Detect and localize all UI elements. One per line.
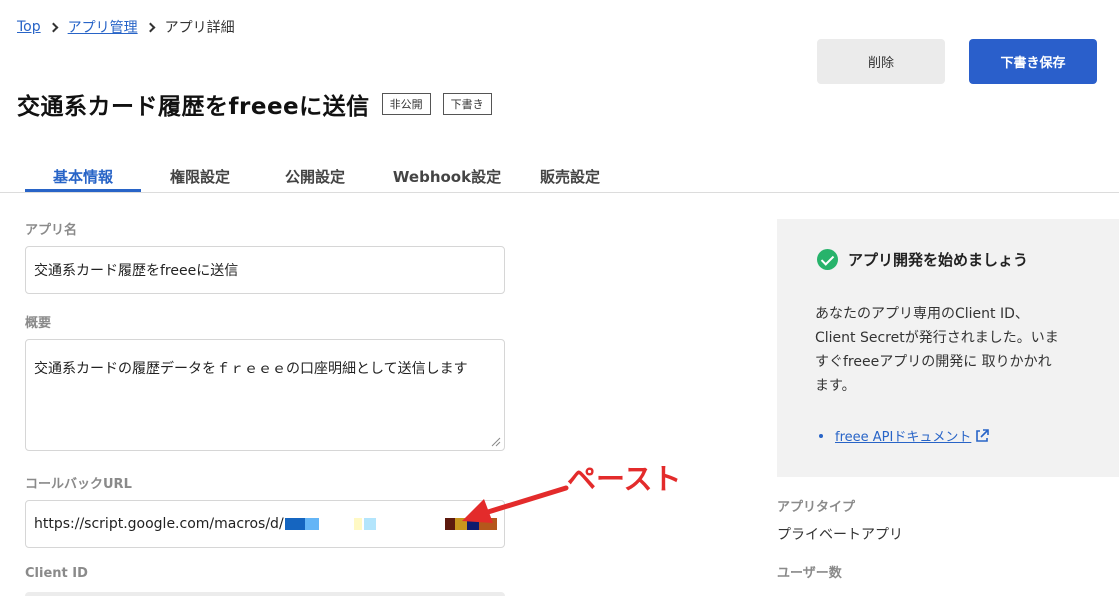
- page-title: 交通系カード履歴をfreeeに送信: [17, 94, 370, 120]
- summary-textarea[interactable]: 交通系カードの履歴データをｆｒｅｅｅの口座明細として送信します: [25, 339, 505, 451]
- breadcrumb-app-management-link[interactable]: アプリ管理: [68, 17, 138, 37]
- status-badge-private: 非公開: [381, 93, 431, 115]
- tab-permission-settings[interactable]: 権限設定: [141, 160, 259, 192]
- tabs-divider: [0, 192, 1119, 193]
- title-row: 交通系カード履歴をfreeeに送信 非公開 下書き: [17, 87, 492, 121]
- chevron-right-icon: [48, 22, 59, 32]
- callback-url-input[interactable]: https://script.google.com/macros/d/: [25, 500, 505, 548]
- bullet-icon: [819, 433, 823, 438]
- callback-url-label: コールバックURL: [25, 477, 132, 492]
- breadcrumb-current: アプリ詳細: [164, 20, 235, 36]
- tab-sales-settings[interactable]: 販売設定: [523, 160, 617, 192]
- doc-link-item: freee APIドキュメント: [819, 426, 990, 445]
- info-panel: アプリ開発を始めましょう あなたのアプリ専用のClient ID、Client …: [777, 219, 1119, 477]
- save-draft-button[interactable]: 下書き保存: [969, 39, 1097, 84]
- callback-url-value: https://script.google.com/macros/d/: [34, 516, 284, 532]
- chevron-right-icon: [145, 22, 156, 32]
- tab-bar: 基本情報 権限設定 公開設定 Webhook設定 販売設定: [25, 160, 617, 192]
- api-doc-link[interactable]: freee APIドキュメント: [835, 426, 971, 445]
- app-type-value: プライベートアプリ: [777, 527, 903, 543]
- info-heading-text: アプリ開発を始めましょう: [848, 251, 1029, 269]
- info-heading: アプリ開発を始めましょう: [817, 249, 1028, 270]
- info-body: あなたのアプリ専用のClient ID、Client Secretが発行されまし…: [815, 306, 1059, 394]
- tab-publish-settings[interactable]: 公開設定: [259, 160, 371, 192]
- external-link-icon[interactable]: [974, 428, 990, 444]
- check-circle-icon: [817, 249, 838, 270]
- summary-label: 概要: [25, 316, 52, 331]
- delete-button[interactable]: 削除: [817, 39, 945, 84]
- app-type-label: アプリタイプ: [777, 500, 856, 515]
- resize-grip-icon[interactable]: [491, 437, 501, 447]
- app-name-label: アプリ名: [25, 223, 78, 238]
- annotation-text: ペースト: [567, 462, 682, 496]
- client-id-label: Client ID: [25, 566, 88, 581]
- client-id-field[interactable]: [25, 592, 505, 596]
- user-count-label: ユーザー数: [777, 566, 842, 581]
- app-name-input[interactable]: 交通系カード履歴をfreeeに送信: [25, 246, 505, 294]
- tab-basic-info[interactable]: 基本情報: [25, 160, 141, 192]
- breadcrumb: Top アプリ管理 アプリ詳細: [17, 17, 235, 37]
- status-badge-draft: 下書き: [442, 93, 492, 115]
- tab-webhook-settings[interactable]: Webhook設定: [371, 160, 523, 192]
- breadcrumb-top-link[interactable]: Top: [17, 19, 41, 35]
